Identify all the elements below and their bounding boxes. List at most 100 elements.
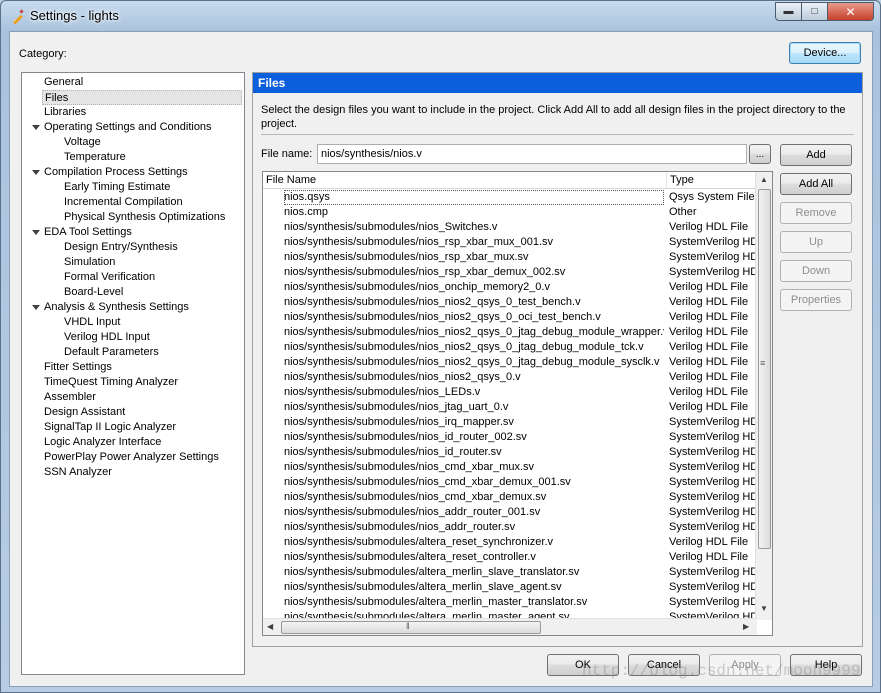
expand-triangle-icon[interactable] (32, 230, 40, 235)
tree-item[interactable]: Temperature (62, 150, 128, 165)
file-list[interactable]: File Name Type nios.qsys Qsys System File… (262, 171, 773, 636)
properties-button[interactable]: Properties (780, 289, 852, 311)
up-button[interactable]: Up (780, 231, 852, 253)
tree-item[interactable]: Early Timing Estimate (62, 180, 172, 195)
tree-item[interactable]: Analysis & Synthesis Settings (42, 300, 191, 315)
file-row[interactable]: nios/synthesis/submodules/nios_rsp_xbar_… (263, 250, 757, 265)
tree-item[interactable]: EDA Tool Settings (42, 225, 134, 240)
vertical-scroll-thumb[interactable] (758, 189, 771, 549)
column-file-name[interactable]: File Name (263, 172, 667, 189)
file-row[interactable]: nios/synthesis/submodules/nios_irq_mappe… (263, 415, 757, 430)
horizontal-scroll-thumb[interactable] (281, 621, 541, 634)
cancel-button[interactable]: Cancel (628, 654, 700, 676)
column-type[interactable]: Type (667, 172, 757, 189)
file-row[interactable]: nios/synthesis/submodules/nios_nios2_qsy… (263, 310, 757, 325)
list-header: File Name Type (263, 172, 757, 189)
tree-item[interactable]: SSN Analyzer (42, 465, 114, 480)
tree-item[interactable]: Simulation (62, 255, 117, 270)
minimize-button[interactable]: ▬ (775, 2, 802, 21)
file-name-cell: nios/synthesis/submodules/nios_rsp_xbar_… (284, 251, 529, 263)
file-row[interactable]: nios/synthesis/submodules/nios_addr_rout… (263, 520, 757, 535)
file-row[interactable]: nios.cmp Other (263, 205, 757, 220)
file-row[interactable]: nios/synthesis/submodules/nios_nios2_qsy… (263, 370, 757, 385)
file-name-cell: nios/synthesis/submodules/nios_addr_rout… (284, 506, 541, 518)
tree-item[interactable]: General (42, 75, 85, 90)
tree-item[interactable]: Design Entry/Synthesis (62, 240, 180, 255)
tree-item[interactable]: Assembler (42, 390, 98, 405)
apply-button[interactable]: Apply (709, 654, 781, 676)
file-row[interactable]: nios.qsys Qsys System File (263, 190, 757, 205)
file-row[interactable]: nios/synthesis/submodules/nios_id_router… (263, 445, 757, 460)
tree-item-label: Libraries (44, 106, 87, 118)
file-name-cell: nios/synthesis/submodules/nios_jtag_uart… (284, 401, 509, 413)
device-button[interactable]: Device... (789, 42, 861, 64)
file-row[interactable]: nios/synthesis/submodules/nios_addr_rout… (263, 505, 757, 520)
file-row[interactable]: nios/synthesis/submodules/nios_jtag_uart… (263, 400, 757, 415)
add-all-button[interactable]: Add All (780, 173, 852, 195)
tree-item[interactable]: Verilog HDL Input (62, 330, 152, 345)
remove-button[interactable]: Remove (780, 202, 852, 224)
help-button[interactable]: Help (790, 654, 862, 676)
tree-item[interactable]: PowerPlay Power Analyzer Settings (42, 450, 221, 465)
maximize-icon: □ (811, 6, 818, 17)
file-name-cell: nios.cmp (284, 206, 329, 218)
category-tree[interactable]: General Files Libraries Operating Settings … (21, 72, 245, 675)
tree-item[interactable]: Formal Verification (62, 270, 157, 285)
file-row[interactable]: nios/synthesis/submodules/altera_merlin_… (263, 580, 757, 595)
expand-triangle-icon[interactable] (32, 125, 40, 130)
file-row[interactable]: nios/synthesis/submodules/nios_id_router… (263, 430, 757, 445)
close-button[interactable]: ✕ (828, 2, 874, 21)
file-name-input[interactable]: nios/synthesis/nios.v (317, 144, 747, 164)
tree-item[interactable]: Libraries (42, 105, 88, 120)
file-row[interactable]: nios/synthesis/submodules/nios_onchip_me… (263, 280, 757, 295)
file-row[interactable]: nios/synthesis/submodules/nios_rsp_xbar_… (263, 265, 757, 280)
tree-item[interactable]: Voltage (62, 135, 103, 150)
ok-button[interactable]: OK (547, 654, 619, 676)
tree-item-label: Physical Synthesis Optimizations (64, 211, 226, 223)
scroll-right-arrow-icon[interactable]: ▶ (743, 622, 749, 631)
tree-item[interactable]: Design Assistant (42, 405, 127, 420)
file-name-cell: nios.qsys (284, 190, 664, 205)
tree-item[interactable]: Board-Level (62, 285, 125, 300)
tree-item[interactable]: Logic Analyzer Interface (42, 435, 163, 450)
tree-item[interactable]: Fitter Settings (42, 360, 114, 375)
expand-triangle-icon[interactable] (32, 305, 40, 310)
tree-item[interactable]: Physical Synthesis Optimizations (62, 210, 227, 225)
scroll-down-arrow-icon[interactable]: ▼ (760, 604, 768, 613)
tree-item[interactable]: Default Parameters (62, 345, 161, 360)
file-row[interactable]: nios/synthesis/submodules/altera_merlin_… (263, 565, 757, 580)
vertical-scrollbar[interactable]: ▲ ≡ ▼ (755, 172, 772, 620)
tree-item[interactable]: Incremental Compilation (62, 195, 185, 210)
down-button[interactable]: Down (780, 260, 852, 282)
scroll-up-arrow-icon[interactable]: ▲ (760, 175, 768, 184)
file-row[interactable]: nios/synthesis/submodules/altera_reset_c… (263, 550, 757, 565)
add-button[interactable]: Add (780, 144, 852, 166)
file-row[interactable]: nios/synthesis/submodules/nios_nios2_qsy… (263, 340, 757, 355)
tree-item-label: SSN Analyzer (44, 466, 112, 478)
file-row[interactable]: nios/synthesis/submodules/altera_reset_s… (263, 535, 757, 550)
expand-triangle-icon[interactable] (32, 170, 40, 175)
file-row[interactable]: nios/synthesis/submodules/nios_nios2_qsy… (263, 355, 757, 370)
tree-item[interactable]: TimeQuest Timing Analyzer (42, 375, 180, 390)
file-row[interactable]: nios/synthesis/submodules/altera_merlin_… (263, 595, 757, 610)
tree-item[interactable]: Files (42, 90, 242, 105)
file-name-cell: nios/synthesis/submodules/altera_merlin_… (284, 581, 562, 593)
maximize-button[interactable]: □ (802, 2, 828, 21)
file-row[interactable]: nios/synthesis/submodules/nios_cmd_xbar_… (263, 460, 757, 475)
file-row[interactable]: nios/synthesis/submodules/nios_cmd_xbar_… (263, 475, 757, 490)
file-row[interactable]: nios/synthesis/submodules/nios_rsp_xbar_… (263, 235, 757, 250)
browse-button[interactable]: ... (749, 144, 771, 164)
file-type-cell: SystemVerilog HD (669, 506, 757, 518)
file-row[interactable]: nios/synthesis/submodules/nios_nios2_qsy… (263, 325, 757, 340)
tree-item[interactable]: SignalTap II Logic Analyzer (42, 420, 178, 435)
file-row[interactable]: nios/synthesis/submodules/nios_LEDs.v Ver… (263, 385, 757, 400)
file-row[interactable]: nios/synthesis/submodules/nios_nios2_qsy… (263, 295, 757, 310)
tree-item[interactable]: Compilation Process Settings (42, 165, 190, 180)
title-bar[interactable]: Settings - lights ▬ □ ✕ (1, 1, 880, 31)
file-row[interactable]: nios/synthesis/submodules/nios_Switches.… (263, 220, 757, 235)
scroll-left-arrow-icon[interactable]: ◀ (267, 622, 273, 631)
tree-item[interactable]: VHDL Input (62, 315, 122, 330)
file-row[interactable]: nios/synthesis/submodules/nios_cmd_xbar_… (263, 490, 757, 505)
tree-item[interactable]: Operating Settings and Conditions (42, 120, 214, 135)
horizontal-scrollbar[interactable]: ◀ ‖ ▶ (263, 618, 757, 635)
